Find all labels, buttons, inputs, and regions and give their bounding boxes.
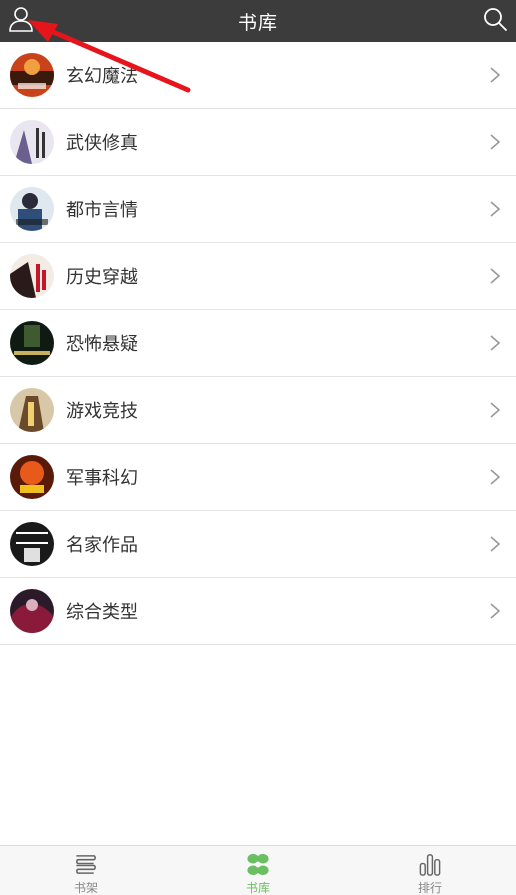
top-bar: 书库	[0, 0, 516, 42]
category-item-zonghe[interactable]: 综合类型	[0, 578, 516, 645]
category-item-xuanhuan[interactable]: 玄幻魔法	[0, 42, 516, 109]
category-label: 都市言情	[66, 200, 138, 221]
category-cover-image	[10, 187, 54, 231]
library-icon	[247, 853, 269, 876]
tab-label: 书架	[73, 881, 98, 895]
chevron-right-icon	[490, 67, 501, 83]
category-label: 游戏竞技	[66, 401, 138, 422]
category-label: 恐怖悬疑	[66, 334, 138, 355]
category-label: 军事科幻	[66, 468, 138, 489]
user-button[interactable]	[6, 4, 36, 34]
category-item-wuxia[interactable]: 武侠修真	[0, 109, 516, 176]
category-cover-image	[10, 455, 54, 499]
category-label: 历史穿越	[66, 267, 138, 288]
chevron-right-icon	[490, 268, 501, 284]
category-label: 名家作品	[66, 535, 138, 556]
category-item-dushi[interactable]: 都市言情	[0, 176, 516, 243]
user-icon	[9, 7, 33, 32]
search-button[interactable]	[480, 4, 510, 34]
ranking-icon	[419, 854, 441, 876]
category-list: 玄幻魔法 武侠修真 都市言情 历史穿越 恐怖悬疑 游戏竞技 军事科幻 名家作品 …	[0, 42, 516, 645]
chevron-right-icon	[490, 402, 501, 418]
app-root: 书库 玄幻魔法 武侠修真 都市言情 历史穿越 恐怖悬疑 游戏竞技 军事科幻 名家…	[0, 0, 516, 895]
chevron-right-icon	[490, 469, 501, 485]
category-cover-image	[10, 53, 54, 97]
chevron-right-icon	[490, 536, 501, 552]
category-cover-image	[10, 522, 54, 566]
tab-library[interactable]: 书库	[172, 846, 344, 895]
chevron-right-icon	[490, 134, 501, 150]
category-item-lishi[interactable]: 历史穿越	[0, 243, 516, 310]
tab-ranking[interactable]: 排行	[344, 846, 516, 895]
chevron-right-icon	[490, 201, 501, 217]
category-label: 综合类型	[66, 602, 138, 623]
category-item-mingjia[interactable]: 名家作品	[0, 511, 516, 578]
tab-bookshelf[interactable]: 书架	[0, 846, 172, 895]
category-cover-image	[10, 388, 54, 432]
category-item-kongbu[interactable]: 恐怖悬疑	[0, 310, 516, 377]
tab-label: 排行	[417, 881, 442, 895]
chevron-right-icon	[490, 603, 501, 619]
page-title: 书库	[237, 11, 278, 34]
bookshelf-icon	[76, 855, 96, 874]
category-cover-image	[10, 254, 54, 298]
category-cover-image	[10, 321, 54, 365]
category-cover-image	[10, 589, 54, 633]
category-item-youxi[interactable]: 游戏竞技	[0, 377, 516, 444]
category-cover-image	[10, 120, 54, 164]
tab-label: 书库	[245, 881, 270, 895]
search-icon	[484, 8, 507, 31]
category-label: 武侠修真	[66, 133, 138, 154]
bottom-tab-bar: 书架 书库 排行	[0, 845, 516, 895]
category-label: 玄幻魔法	[66, 66, 138, 87]
chevron-right-icon	[490, 335, 501, 351]
category-item-junshi[interactable]: 军事科幻	[0, 444, 516, 511]
